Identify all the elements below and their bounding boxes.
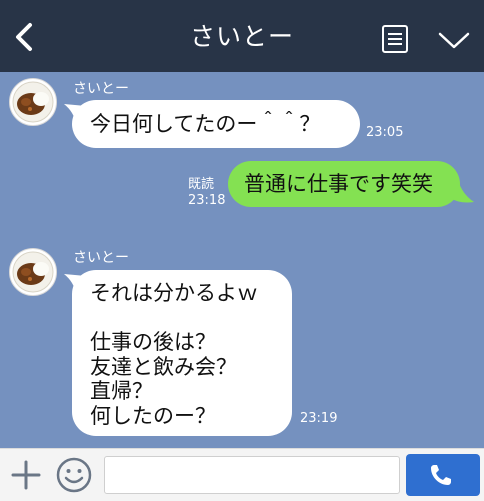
message-line: 何したのー？ [90, 403, 216, 428]
add-button[interactable] [10, 459, 42, 491]
message-bubble[interactable]: 今日何してたのー＾＾？ [72, 100, 360, 148]
emoji-button[interactable] [55, 456, 93, 494]
message-time: 23:05 [366, 125, 404, 140]
message-line [90, 306, 292, 331]
smiley-icon [56, 457, 92, 493]
chat-title: さいとー [189, 22, 294, 51]
message-text: 今日何してたのー＾＾？ [90, 112, 321, 136]
avatar[interactable] [9, 78, 57, 126]
note-list-icon [382, 25, 408, 53]
plus-icon [11, 460, 41, 490]
message-time: 23:18 [188, 193, 226, 208]
message-time: 23:19 [300, 411, 338, 426]
sender-name: さいとー [73, 81, 129, 97]
message-line: それは分かるよｗ [90, 281, 258, 305]
message-line: 仕事の後は？ [90, 330, 216, 354]
message-line: 友達と飲み会？ [90, 354, 237, 379]
input-bar [0, 448, 484, 501]
notes-button[interactable] [380, 24, 410, 54]
curry-plate-icon [12, 81, 54, 123]
call-button[interactable] [406, 454, 480, 496]
message-bubble[interactable]: 普通に仕事です笑笑 [228, 161, 460, 207]
sender-name: さいとー [73, 250, 129, 266]
curry-plate-icon [12, 251, 54, 293]
read-receipt: 既読 [188, 177, 215, 192]
message-text: 普通に仕事です笑笑 [244, 172, 433, 196]
message-bubble[interactable]: それは分かるよｗ 仕事の後は？ 友達と飲み会？ 直帰？ 何したのー？ [72, 270, 292, 436]
dropdown-button[interactable] [436, 28, 472, 52]
avatar[interactable] [9, 248, 57, 296]
bubble-tail [450, 180, 474, 203]
phone-icon [431, 465, 451, 485]
chat-header: さいとー [0, 0, 484, 72]
chevron-down-icon [438, 32, 470, 49]
message-input[interactable] [104, 456, 400, 494]
message-line: 直帰？ [90, 379, 153, 403]
